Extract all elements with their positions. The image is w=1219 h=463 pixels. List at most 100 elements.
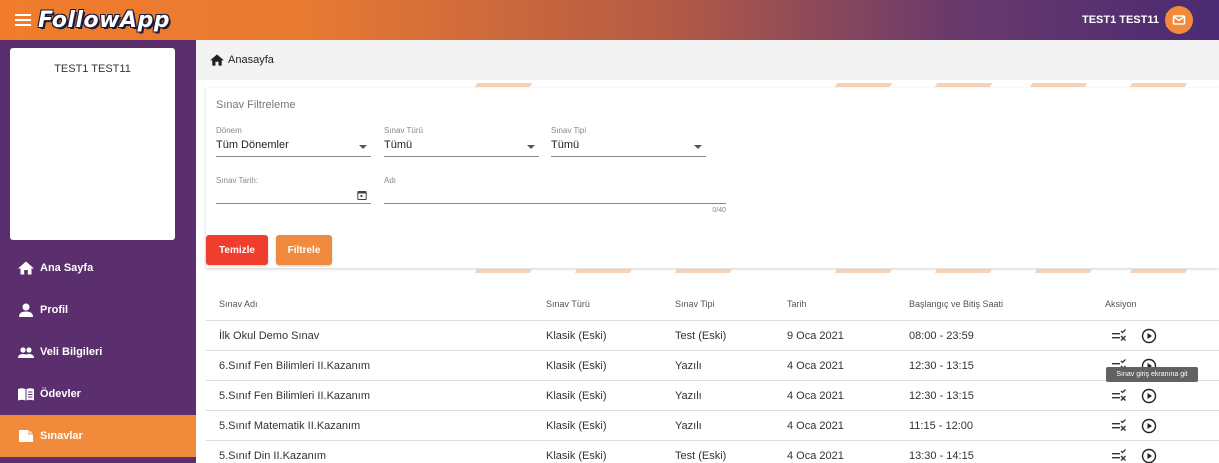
clear-button[interactable]: Temizle <box>206 235 268 265</box>
table-row: 5.Sınıf Din II.Kazanım Klasik (Eski) Tes… <box>206 441 1219 463</box>
top-app-bar: FollowApp TEST1 TEST11 <box>0 0 1219 40</box>
decorative-stripe <box>1034 269 1093 273</box>
user-menu[interactable]: TEST1 TEST11 <box>1082 0 1193 40</box>
header-tarih[interactable]: Tarih <box>787 288 807 320</box>
checklist-clear-icon[interactable] <box>1111 418 1127 434</box>
sidebar-item-label: Veli Bilgileri <box>40 346 103 358</box>
cell-sinav-adi: 5.Sınıf Fen Bilimleri II.Kazanım <box>219 389 370 402</box>
play-circle-icon[interactable] <box>1141 328 1157 344</box>
sidebar-item-label: Ödevler <box>40 388 81 400</box>
filter-title: Sınav Filtreleme <box>216 99 296 111</box>
decorative-stripe <box>574 269 633 273</box>
cell-saat: 12:30 - 13:15 <box>909 389 974 402</box>
cell-sinav-tipi: Test (Eski) <box>675 449 727 462</box>
donem-select[interactable]: Dönem Tüm Dönemler <box>216 126 371 157</box>
cell-tarih: 4 Oca 2021 <box>787 389 844 402</box>
checklist-clear-icon[interactable] <box>1111 328 1127 344</box>
sidebar-nav: Ana Sayfa Profil Veli Bilgileri Ödevler … <box>0 247 196 457</box>
sinav-tipi-label: Sınav Tipi <box>551 126 587 135</box>
decorative-stripe <box>474 269 533 273</box>
table-row: 6.Sınıf Fen Bilimleri II.Kazanım Klasik … <box>206 351 1219 381</box>
sidebar-item-ana-sayfa[interactable]: Ana Sayfa <box>0 247 196 289</box>
decorative-stripe <box>1029 83 1088 87</box>
group-icon <box>18 347 34 358</box>
sidebar-item-label: Sınavlar <box>40 430 83 442</box>
play-circle-icon[interactable] <box>1141 418 1157 434</box>
header-sinav-turu[interactable]: Sınav Türü <box>546 288 590 320</box>
decorative-stripe <box>474 83 533 87</box>
row-actions <box>1111 381 1157 410</box>
profile-name: TEST1 TEST11 <box>54 63 131 75</box>
cell-sinav-adi: 6.Sınıf Fen Bilimleri II.Kazanım <box>219 359 370 372</box>
menu-icon[interactable] <box>12 9 34 31</box>
cell-tarih: 9 Oca 2021 <box>787 329 844 342</box>
cell-sinav-tipi: Yazılı <box>675 389 702 402</box>
table-row: 5.Sınıf Matematik II.Kazanım Klasik (Esk… <box>206 411 1219 441</box>
sidebar-item-label: Profil <box>40 304 69 316</box>
adi-input[interactable]: Adı 0/40 <box>384 176 726 214</box>
mail-icon <box>1172 15 1186 25</box>
checklist-clear-icon[interactable] <box>1111 448 1127 463</box>
adi-value[interactable] <box>384 187 726 203</box>
person-icon <box>19 303 33 317</box>
cell-sinav-adi: 5.Sınıf Din II.Kazanım <box>219 449 326 462</box>
header-aksiyon: Aksiyon <box>1105 299 1137 309</box>
sidebar-item-sinavlar[interactable]: Sınavlar <box>0 415 196 457</box>
sidebar-item-veli-bilgileri[interactable]: Veli Bilgileri <box>0 331 196 373</box>
sinav-tarih-input[interactable]: Sınav Tarih: <box>216 176 371 204</box>
sinav-turu-value[interactable]: Tümü <box>384 137 539 153</box>
cell-sinav-tipi: Yazılı <box>675 419 702 432</box>
donem-value[interactable]: Tüm Dönemler <box>216 137 371 153</box>
field-underline <box>551 156 706 157</box>
sinav-tipi-value[interactable]: Tümü <box>551 137 706 153</box>
cell-sinav-turu: Klasik (Eski) <box>546 449 607 462</box>
sinav-turu-select[interactable]: Sınav Türü Tümü <box>384 126 539 157</box>
sinav-tipi-select[interactable]: Sınav Tipi Tümü <box>551 126 706 157</box>
cell-tarih: 4 Oca 2021 <box>787 449 844 462</box>
cell-saat: 08:00 - 23:59 <box>909 329 974 342</box>
decorative-stripe <box>1129 269 1188 273</box>
user-name[interactable]: TEST1 TEST11 <box>1082 14 1159 26</box>
cell-sinav-adi: İlk Okul Demo Sınav <box>219 329 320 342</box>
header-sinav-tipi[interactable]: Sınav Tipi <box>675 288 715 320</box>
checklist-clear-icon[interactable] <box>1111 388 1127 404</box>
play-circle-icon[interactable] <box>1141 388 1157 404</box>
main-content: Anasayfa Sınav Filtreleme Dönem Tüm Döne… <box>196 40 1219 463</box>
sinav-turu-label: Sınav Türü <box>384 126 423 135</box>
adi-label: Adı <box>384 176 397 185</box>
table-row: 5.Sınıf Fen Bilimleri II.Kazanım Klasik … <box>206 381 1219 411</box>
header-sinav-adi[interactable]: Sınav Adı <box>219 288 258 320</box>
cell-sinav-adi: 5.Sınıf Matematik II.Kazanım <box>219 419 361 432</box>
app-logo[interactable]: FollowApp <box>38 8 170 33</box>
sidebar-item-label: Ana Sayfa <box>40 262 94 274</box>
sinav-tarih-value[interactable] <box>216 187 371 203</box>
cell-sinav-turu: Klasik (Eski) <box>546 329 607 342</box>
table-row: İlk Okul Demo Sınav Klasik (Eski) Test (… <box>206 321 1219 351</box>
sidebar: TEST1 TEST11 Ana Sayfa Profil Veli Bilgi… <box>0 40 196 463</box>
sidebar-item-profil[interactable]: Profil <box>0 289 196 331</box>
book-icon <box>18 388 34 401</box>
cell-saat: 12:30 - 13:15 <box>909 359 974 372</box>
home-icon <box>210 54 224 66</box>
donem-label: Dönem <box>216 126 242 135</box>
cell-sinav-turu: Klasik (Eski) <box>546 389 607 402</box>
dropdown-arrow-icon[interactable] <box>527 145 535 149</box>
filter-button[interactable]: Filtrele <box>276 235 332 265</box>
row-actions <box>1111 441 1157 463</box>
dropdown-arrow-icon[interactable] <box>694 145 702 149</box>
header-saat[interactable]: Başlangıç ve Bitiş Saati <box>909 288 1003 320</box>
mail-button[interactable] <box>1165 6 1193 34</box>
cell-saat: 13:30 - 14:15 <box>909 449 974 462</box>
decorative-stripe <box>934 269 993 273</box>
calendar-icon[interactable] <box>357 190 367 200</box>
exam-icon <box>19 430 33 442</box>
breadcrumb: Anasayfa <box>196 40 1219 80</box>
breadcrumb-label[interactable]: Anasayfa <box>228 54 274 66</box>
field-underline <box>384 156 539 157</box>
sidebar-item-odevler[interactable]: Ödevler <box>0 373 196 415</box>
dropdown-arrow-icon[interactable] <box>359 145 367 149</box>
play-circle-icon[interactable] <box>1141 448 1157 463</box>
decorative-stripe <box>834 83 893 87</box>
cell-sinav-tipi: Test (Eski) <box>675 329 727 342</box>
sinav-tarih-label: Sınav Tarih: <box>216 176 259 185</box>
